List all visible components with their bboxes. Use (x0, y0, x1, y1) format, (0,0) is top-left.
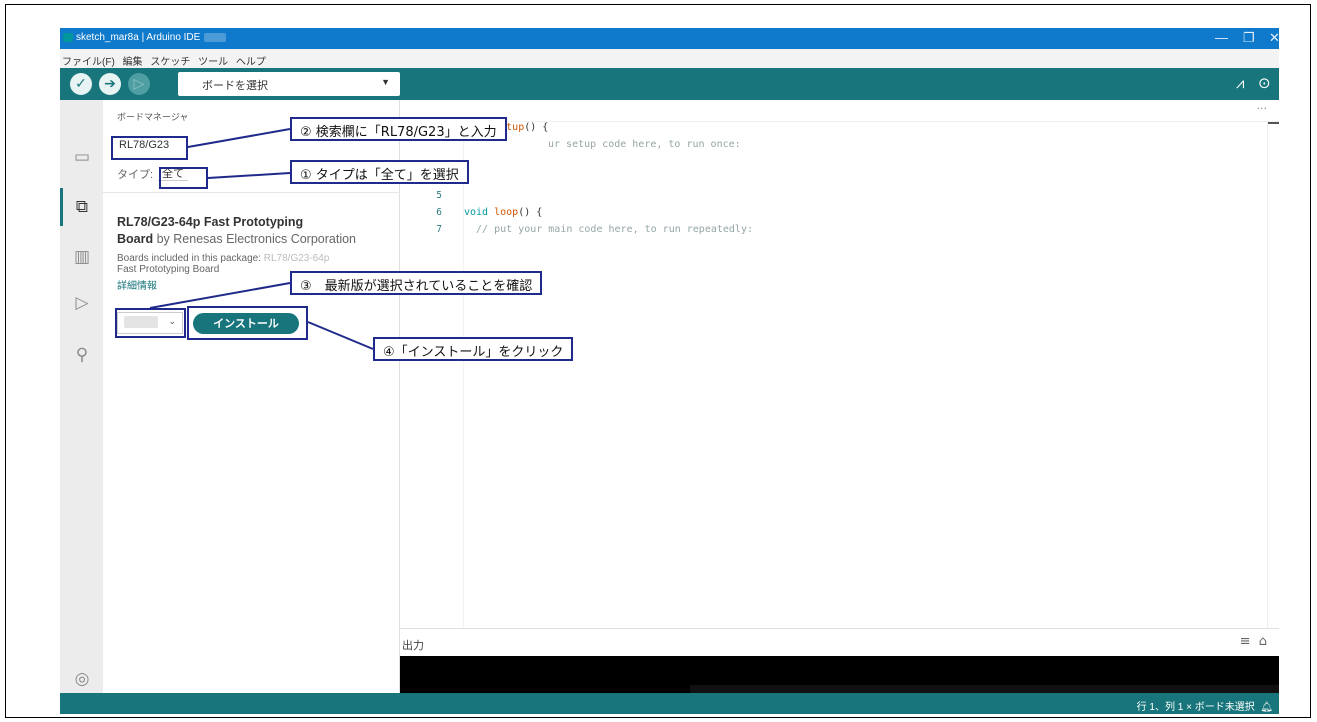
leader-step2 (187, 128, 291, 148)
leader-step3 (149, 282, 291, 309)
callout-step4: ④「インストール」をクリック (373, 337, 574, 361)
callout-leader-lines (149, 128, 374, 350)
leader-step1 (207, 172, 291, 179)
callout-step1: ① タイプは「全て」を選択 (290, 160, 469, 184)
callout-step3: ③ 最新版が選択されていることを確認 (290, 271, 543, 295)
leader-step4 (307, 321, 374, 350)
callout-step2: ② 検索欄に「RL78/G23」と入力 (290, 117, 507, 141)
